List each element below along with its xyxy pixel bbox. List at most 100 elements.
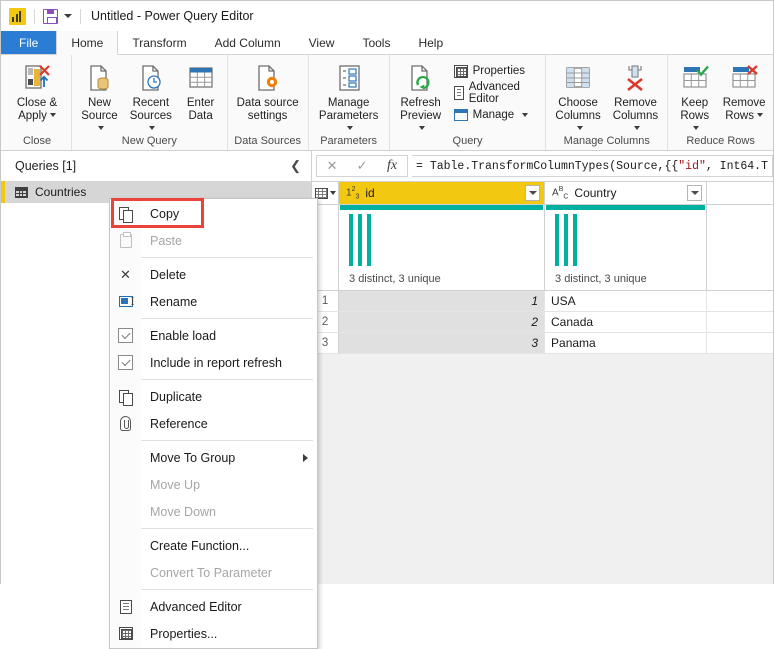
ribbon-group-label-query: Query xyxy=(452,135,483,147)
context-menu-item-move-to-group[interactable]: Move To Group xyxy=(110,444,317,471)
table-row[interactable]: 1 1 USA xyxy=(312,291,773,312)
tab-view[interactable]: View xyxy=(295,31,349,54)
context-menu-item-reference[interactable]: Reference xyxy=(110,410,317,437)
cell-id[interactable]: 3 xyxy=(339,333,546,353)
confirm-formula-icon[interactable]: ✓ xyxy=(347,156,377,176)
cell-id[interactable]: 1 xyxy=(339,291,546,311)
refresh-preview-label-1: Refresh xyxy=(400,97,441,109)
context-menu-item-convert-to-parameter: Convert To Parameter xyxy=(110,559,317,586)
chevron-left-icon[interactable]: ❮ xyxy=(290,158,301,174)
chevron-down-icon[interactable] xyxy=(522,113,529,117)
advanced-editor-button[interactable]: Advanced Editor xyxy=(449,81,543,105)
cell-country[interactable]: USA xyxy=(545,291,708,311)
menu-separator xyxy=(141,257,313,258)
manage-parameters-button[interactable]: Manage Parameters xyxy=(312,58,386,135)
context-menu-item-duplicate[interactable]: Duplicate xyxy=(110,383,317,410)
ribbon-group-reduce-rows: Keep Rows Remove Rows Reduce Rows xyxy=(668,55,773,150)
powerbi-icon xyxy=(9,7,26,25)
table-row[interactable]: 2 2 Canada xyxy=(312,312,773,333)
formula-input[interactable]: = Table.TransformColumnTypes(Source,{{"i… xyxy=(412,155,773,177)
tab-file[interactable]: File xyxy=(1,31,57,54)
filter-dropdown-icon[interactable] xyxy=(687,185,703,201)
column-quality-id: 3 distinct, 3 unique xyxy=(339,205,546,290)
tab-add-column[interactable]: Add Column xyxy=(201,31,295,54)
checkbox-checked-icon[interactable] xyxy=(110,355,141,370)
new-source-button[interactable]: New Source xyxy=(75,58,124,135)
chevron-down-icon[interactable] xyxy=(693,125,700,130)
filter-dropdown-icon[interactable] xyxy=(525,185,541,201)
enter-data-button[interactable]: Enter Data xyxy=(178,58,224,122)
tab-tools[interactable]: Tools xyxy=(348,31,404,54)
chevron-down-icon[interactable] xyxy=(149,125,156,130)
context-menu-item-properties[interactable]: Properties... xyxy=(110,620,317,647)
new-source-label-2: Source xyxy=(81,109,118,122)
remove-rows-icon xyxy=(729,61,759,95)
chevron-down-icon[interactable] xyxy=(329,191,336,195)
chevron-down-icon[interactable] xyxy=(633,125,640,130)
checkbox-checked-icon[interactable] xyxy=(110,328,141,343)
chevron-down-icon[interactable] xyxy=(347,125,354,130)
refresh-preview-button[interactable]: Refresh Preview xyxy=(393,58,449,135)
chevron-down-icon[interactable] xyxy=(576,125,583,130)
value-distribution-country xyxy=(545,210,706,266)
chevron-down-icon[interactable] xyxy=(419,125,426,130)
data-source-settings-label-2: settings xyxy=(247,109,288,122)
context-menu-item-rename[interactable]: Rename xyxy=(110,288,317,315)
context-menu-item-advanced-editor[interactable]: Advanced Editor xyxy=(110,593,317,620)
ribbon-group-label-parameters: Parameters xyxy=(320,135,378,147)
choose-columns-label-1: Choose xyxy=(558,97,598,109)
column-header-country[interactable]: ABC Country xyxy=(545,182,708,204)
cell-country[interactable]: Panama xyxy=(545,333,708,353)
row-filler xyxy=(707,333,773,353)
recent-sources-icon xyxy=(136,61,166,95)
choose-columns-button[interactable]: Choose Columns xyxy=(549,58,606,135)
context-menu-item-include-in-report-refresh[interactable]: Include in report refresh xyxy=(110,349,317,376)
close-and-apply-button[interactable]: Close & Apply xyxy=(6,58,68,122)
ribbon-group-label-new-query: New Query xyxy=(121,135,177,147)
tab-help[interactable]: Help xyxy=(404,31,457,54)
data-source-settings-icon xyxy=(253,61,283,95)
tab-transform[interactable]: Transform xyxy=(118,31,200,54)
chevron-down-icon[interactable] xyxy=(97,125,104,130)
data-source-settings-button[interactable]: Data source settings xyxy=(231,58,305,122)
query-properties-button[interactable]: Properties xyxy=(449,60,543,82)
context-menu-item-paste: Paste xyxy=(110,227,317,254)
cell-country[interactable]: Canada xyxy=(545,312,708,332)
context-menu-label-move-up: Move Up xyxy=(150,477,201,492)
recent-sources-button[interactable]: Recent Sources xyxy=(124,58,178,135)
rename-icon xyxy=(110,294,141,309)
context-menu-item-delete[interactable]: ✕ Delete xyxy=(110,261,317,288)
text-type-icon: ABC xyxy=(552,185,569,201)
fx-icon[interactable]: fx xyxy=(377,156,407,176)
remove-columns-button[interactable]: Remove Columns xyxy=(607,58,664,135)
submenu-arrow-icon xyxy=(303,453,308,462)
context-menu-label-properties: Properties... xyxy=(150,626,218,641)
chevron-down-icon[interactable] xyxy=(757,113,763,118)
ribbon-group-label-close: Close xyxy=(22,135,52,147)
query-item-label: Countries xyxy=(35,185,87,199)
keep-rows-button[interactable]: Keep Rows xyxy=(671,58,718,135)
context-menu-item-enable-load[interactable]: Enable load xyxy=(110,322,317,349)
cell-id[interactable]: 2 xyxy=(339,312,546,332)
manage-parameters-icon xyxy=(334,61,364,95)
select-all-table-icon xyxy=(314,187,328,199)
cancel-formula-icon[interactable]: ✕ xyxy=(317,156,347,176)
chevron-down-icon[interactable] xyxy=(49,113,56,118)
save-icon[interactable] xyxy=(43,8,58,24)
chevron-down-icon[interactable] xyxy=(64,14,72,18)
context-menu-item-create-function[interactable]: Create Function... xyxy=(110,532,317,559)
remove-rows-label-2: Rows xyxy=(725,109,754,122)
number-type-icon: 123 xyxy=(346,185,360,201)
refresh-preview-label-2: Preview xyxy=(400,109,442,122)
duplicate-icon xyxy=(110,389,141,406)
context-menu-item-copy[interactable]: Copy xyxy=(110,200,317,227)
context-menu-label-create-function: Create Function... xyxy=(150,538,250,553)
manage-query-button[interactable]: Manage xyxy=(449,104,543,126)
tab-home[interactable]: Home xyxy=(56,31,119,55)
manage-icon xyxy=(453,109,468,121)
table-row[interactable]: 3 3 Panama xyxy=(312,333,773,354)
column-header-id[interactable]: 123 id xyxy=(339,182,546,204)
new-source-icon xyxy=(84,61,114,95)
quality-text-country: 3 distinct, 3 unique xyxy=(555,273,647,285)
remove-rows-button[interactable]: Remove Rows xyxy=(718,58,770,122)
